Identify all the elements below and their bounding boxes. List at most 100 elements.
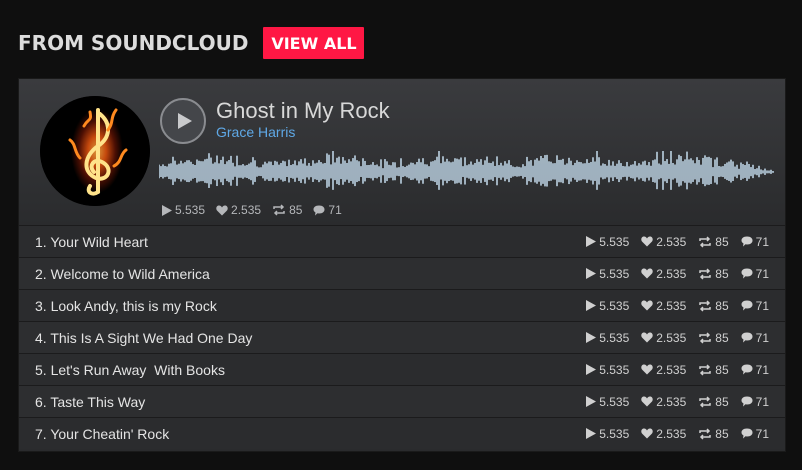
likes-count: 2.535 (656, 394, 687, 409)
waveform[interactable] (159, 151, 775, 193)
track-stats: 5.535 2.535 85 71 (586, 427, 769, 441)
plays-count: 5.535 (599, 362, 630, 377)
play-count-icon (586, 236, 597, 247)
comment-icon (741, 268, 753, 279)
comments-stat: 71 (741, 395, 769, 409)
track-title: 4. This Is A Sight We Had One Day (35, 329, 253, 346)
play-icon (178, 113, 192, 129)
play-count-icon (586, 332, 597, 343)
track-stats: 5.535 2.535 85 71 (586, 395, 769, 409)
comments-count: 71 (755, 362, 769, 377)
play-count-icon (586, 268, 597, 279)
repost-icon (699, 235, 712, 248)
plays-count: 5.535 (599, 266, 630, 281)
comments-count: 71 (755, 394, 769, 409)
repost-icon (699, 299, 712, 312)
reposts-count: 85 (715, 330, 729, 345)
repost-icon (699, 267, 712, 280)
heart-icon (216, 205, 228, 215)
reposts-stat: 85 (698, 298, 729, 313)
section-title: FROM SOUNDCLOUD (18, 31, 249, 55)
track-title: 2. Welcome to Wild America (35, 265, 210, 282)
likes-stat: 2.535 (641, 267, 686, 281)
likes-count: 2.535 (656, 426, 687, 441)
comments-count: 71 (328, 203, 342, 217)
track-row[interactable]: 2. Welcome to Wild America 5.535 2.535 85 71 (19, 257, 785, 289)
track-row[interactable]: 3. Look Andy, this is my Rock 5.535 2.535 8… (19, 289, 785, 321)
artist-link[interactable]: Grace Harris (216, 124, 295, 140)
reposts-stat: 85 (698, 330, 729, 345)
reposts-count: 85 (715, 298, 729, 313)
heart-icon (641, 364, 653, 375)
comment-icon (741, 332, 753, 343)
play-count-icon (586, 396, 597, 407)
track-row[interactable]: 5. Let's Run Away With Books 5.535 2.535 85… (19, 353, 785, 385)
comments-stat: 71 (313, 203, 342, 217)
track-stats: 5.535 2.535 85 71 (586, 363, 769, 377)
player-stats: 5.535 2.535 85 71 (162, 203, 342, 217)
comment-icon (741, 236, 753, 247)
comments-stat: 71 (741, 235, 769, 249)
heart-icon (641, 300, 653, 311)
plays-count: 5.535 (175, 203, 206, 217)
heart-icon (641, 428, 653, 439)
reposts-count: 85 (715, 394, 729, 409)
track-row[interactable]: 1. Your Wild Heart 5.535 2.535 85 71 (19, 225, 785, 257)
repost-icon (699, 331, 712, 344)
comments-count: 71 (755, 298, 769, 313)
plays-stat: 5.535 (586, 267, 629, 281)
reposts-count: 85 (715, 234, 729, 249)
reposts-stat: 85 (698, 427, 729, 441)
plays-stat: 5.535 (586, 331, 629, 345)
comments-stat: 71 (741, 363, 769, 377)
track-row[interactable]: 7. Your Cheatin' Rock 5.535 2.535 85 71 (19, 417, 785, 449)
plays-count: 5.535 (599, 298, 630, 313)
comments-count: 71 (755, 234, 769, 249)
track-stats: 5.535 2.535 85 71 (586, 299, 769, 313)
repost-icon (699, 395, 712, 408)
plays-count: 5.535 (599, 234, 630, 249)
play-button[interactable] (160, 98, 206, 144)
plays-stat: 5.535 (586, 299, 629, 313)
plays-count: 5.535 (599, 426, 630, 441)
track-title: 3. Look Andy, this is my Rock (35, 297, 217, 314)
likes-stat: 2.535 (216, 203, 261, 217)
reposts-stat: 85 (698, 234, 729, 249)
likes-count: 2.535 (656, 362, 687, 377)
likes-count: 2.535 (231, 203, 262, 217)
heart-icon (641, 332, 653, 343)
view-all-button[interactable]: VIEW ALL (263, 27, 365, 59)
play-count-icon (586, 364, 597, 375)
plays-stat: 5.535 (586, 235, 629, 249)
track-row[interactable]: 6. Taste This Way 5.535 2.535 85 71 (19, 385, 785, 417)
likes-count: 2.535 (656, 298, 687, 313)
plays-stat: 5.535 (586, 395, 629, 409)
heart-icon (641, 268, 653, 279)
likes-stat: 2.535 (641, 299, 686, 313)
play-count-icon (586, 428, 597, 439)
comment-icon (741, 396, 753, 407)
comments-stat: 71 (741, 331, 769, 345)
track-title: 5. Let's Run Away With Books (35, 361, 225, 378)
comments-stat: 71 (741, 267, 769, 281)
repost-icon (699, 363, 712, 376)
reposts-stat: 85 (698, 362, 729, 377)
track-stats: 5.535 2.535 85 71 (586, 235, 769, 249)
plays-stat: 5.535 (162, 203, 205, 217)
likes-count: 2.535 (656, 330, 687, 345)
repost-icon (273, 204, 285, 216)
track-title: 7. Your Cheatin' Rock (35, 425, 170, 442)
play-count-icon (586, 300, 597, 311)
track-stats: 5.535 2.535 85 71 (586, 331, 769, 345)
reposts-count: 85 (715, 266, 729, 281)
comments-stat: 71 (741, 427, 769, 441)
comments-count: 71 (755, 330, 769, 345)
soundcloud-widget: Ghost in My Rock Grace Harris 5.535 2.53… (18, 78, 786, 452)
likes-count: 2.535 (656, 266, 687, 281)
plays-stat: 5.535 (586, 427, 629, 441)
likes-count: 2.535 (656, 234, 687, 249)
likes-stat: 2.535 (641, 363, 686, 377)
track-row[interactable]: 4. This Is A Sight We Had One Day 5.535 2.… (19, 321, 785, 353)
reposts-count: 85 (715, 362, 729, 377)
plays-count: 5.535 (599, 330, 630, 345)
